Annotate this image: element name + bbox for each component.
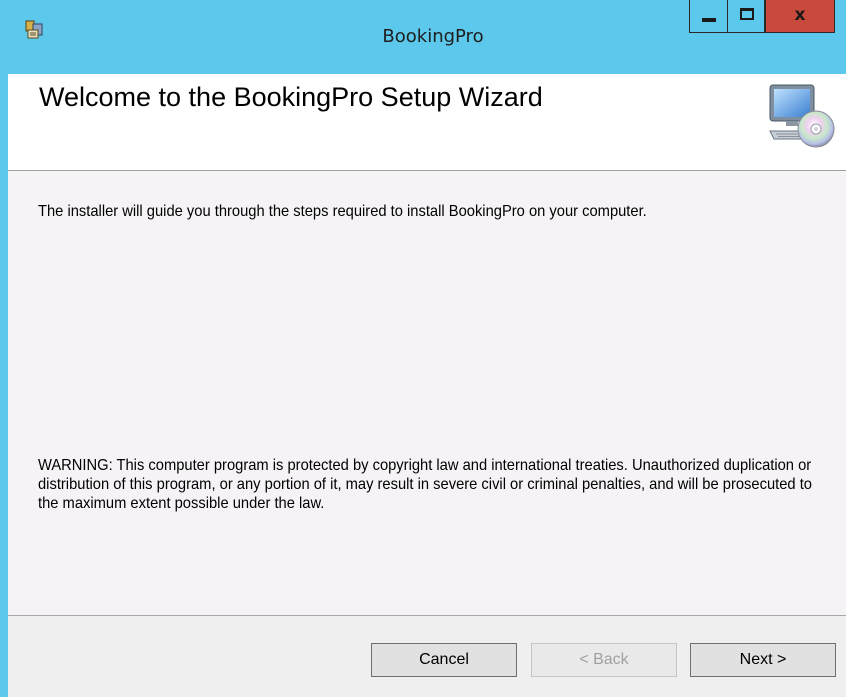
- intro-text: The installer will guide you through the…: [38, 203, 647, 220]
- close-button[interactable]: x: [765, 0, 835, 33]
- computer-disc-icon: [769, 84, 835, 148]
- maximize-button[interactable]: [727, 0, 765, 33]
- wizard-banner: Welcome to the BookingPro Setup Wizard: [8, 74, 846, 171]
- minimize-icon: [702, 18, 716, 22]
- back-button[interactable]: < Back: [531, 643, 677, 677]
- next-button[interactable]: Next >: [690, 643, 836, 677]
- installer-window: BookingPro x Welcome to the BookingPro S…: [0, 0, 846, 697]
- minimize-button[interactable]: [689, 0, 727, 33]
- close-icon: x: [794, 5, 806, 25]
- wizard-content: The installer will guide you through the…: [8, 171, 846, 615]
- cancel-button[interactable]: Cancel: [371, 643, 517, 677]
- wizard-title: Welcome to the BookingPro Setup Wizard: [39, 82, 543, 112]
- title-bar[interactable]: BookingPro x: [0, 0, 846, 74]
- button-bar: Cancel < Back Next >: [8, 615, 846, 697]
- copyright-warning: WARNING: This computer program is protec…: [38, 457, 812, 512]
- maximize-icon: [740, 8, 754, 20]
